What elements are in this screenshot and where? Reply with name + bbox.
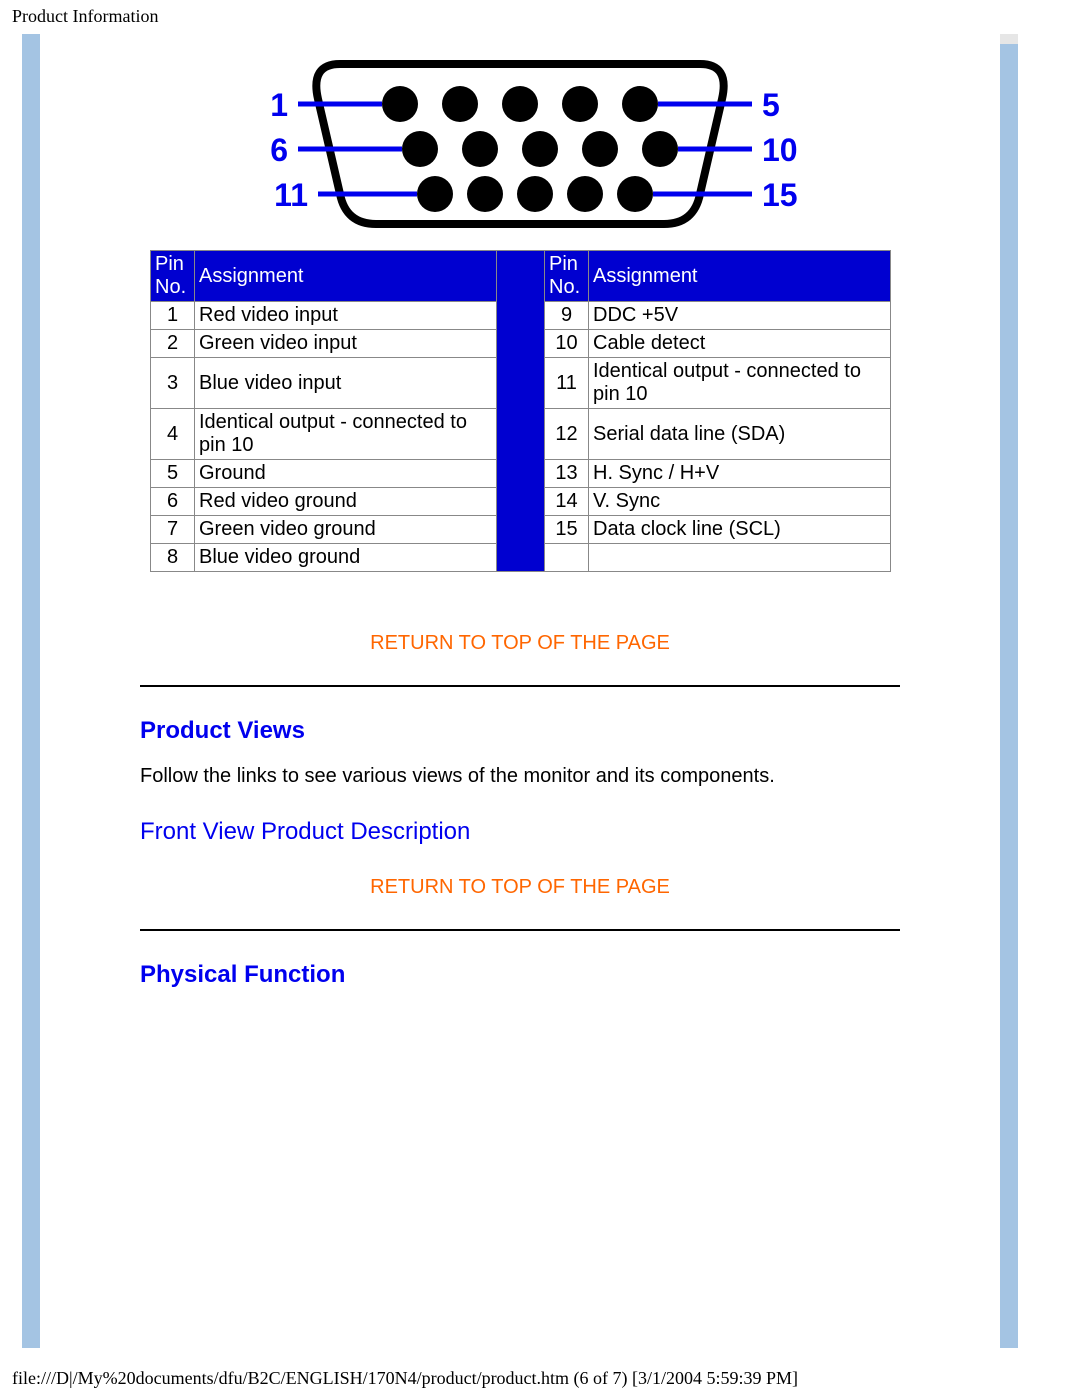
pin-no: 7 <box>151 516 195 544</box>
pin-assign: Red video ground <box>195 488 497 516</box>
pin-no: 10 <box>545 330 589 358</box>
pin-label-15: 15 <box>762 177 798 213</box>
pin-assign: Identical output - connected to pin 10 <box>195 409 497 460</box>
pin-assign: Blue video input <box>195 358 497 409</box>
content-frame: 1 6 11 5 10 15 Pin No. Assignment <box>22 34 1018 1348</box>
return-to-top-link[interactable]: RETURN TO TOP OF THE PAGE <box>370 632 670 654</box>
section-divider <box>140 685 900 687</box>
table-divider <box>497 251 545 572</box>
col-assignment-2: Assignment <box>589 251 891 302</box>
pin-no: 2 <box>151 330 195 358</box>
pin-assign: DDC +5V <box>589 302 891 330</box>
pin-assign: Cable detect <box>589 330 891 358</box>
scrollbar-thumb[interactable] <box>1000 34 1018 44</box>
page-title: Product Information <box>0 0 1080 27</box>
physical-function-heading: Physical Function <box>140 961 1000 989</box>
pin-label-5: 5 <box>762 87 780 123</box>
connector-diagram: 1 6 11 5 10 15 <box>170 44 870 244</box>
product-views-heading: Product Views <box>140 717 1000 745</box>
pin-no: 3 <box>151 358 195 409</box>
pin-no: 8 <box>151 544 195 572</box>
pin-label-11: 11 <box>274 177 308 213</box>
pin-label-6: 6 <box>270 132 288 168</box>
product-views-text: Follow the links to see various views of… <box>140 765 900 788</box>
col-assignment: Assignment <box>195 251 497 302</box>
inner-page: 1 6 11 5 10 15 Pin No. Assignment <box>40 34 1000 1348</box>
pin-no: 11 <box>545 358 589 409</box>
pin-assign: Identical output - connected to pin 10 <box>589 358 891 409</box>
col-pin-no-2: Pin No. <box>545 251 589 302</box>
pin-assign: Serial data line (SDA) <box>589 409 891 460</box>
pin-no: 4 <box>151 409 195 460</box>
pin-no: 9 <box>545 302 589 330</box>
pin-no: 13 <box>545 460 589 488</box>
pin-assign: Red video input <box>195 302 497 330</box>
pin-assign: Ground <box>195 460 497 488</box>
col-pin-no: Pin No. <box>151 251 195 302</box>
empty-cell <box>545 544 589 572</box>
front-view-link[interactable]: Front View Product Description <box>140 818 470 845</box>
footer-path: file:///D|/My%20documents/dfu/B2C/ENGLIS… <box>12 1368 798 1389</box>
pin-assignment-table: Pin No. Assignment Pin No. Assignment 1 … <box>150 250 891 572</box>
table-header-row: Pin No. Assignment Pin No. Assignment <box>151 251 891 302</box>
pin-no: 15 <box>545 516 589 544</box>
pin-label-10: 10 <box>762 132 798 168</box>
pin-no: 6 <box>151 488 195 516</box>
pin-assign: Blue video ground <box>195 544 497 572</box>
pin-assign: Data clock line (SCL) <box>589 516 891 544</box>
pin-no: 14 <box>545 488 589 516</box>
pin-assign: V. Sync <box>589 488 891 516</box>
pin-no: 1 <box>151 302 195 330</box>
pin-label-1: 1 <box>270 87 288 123</box>
empty-cell <box>589 544 891 572</box>
pin-no: 12 <box>545 409 589 460</box>
return-to-top-link[interactable]: RETURN TO TOP OF THE PAGE <box>370 876 670 898</box>
pin-assign: Green video input <box>195 330 497 358</box>
section-divider <box>140 929 900 931</box>
pin-no: 5 <box>151 460 195 488</box>
pin-assign: H. Sync / H+V <box>589 460 891 488</box>
pin-assign: Green video ground <box>195 516 497 544</box>
